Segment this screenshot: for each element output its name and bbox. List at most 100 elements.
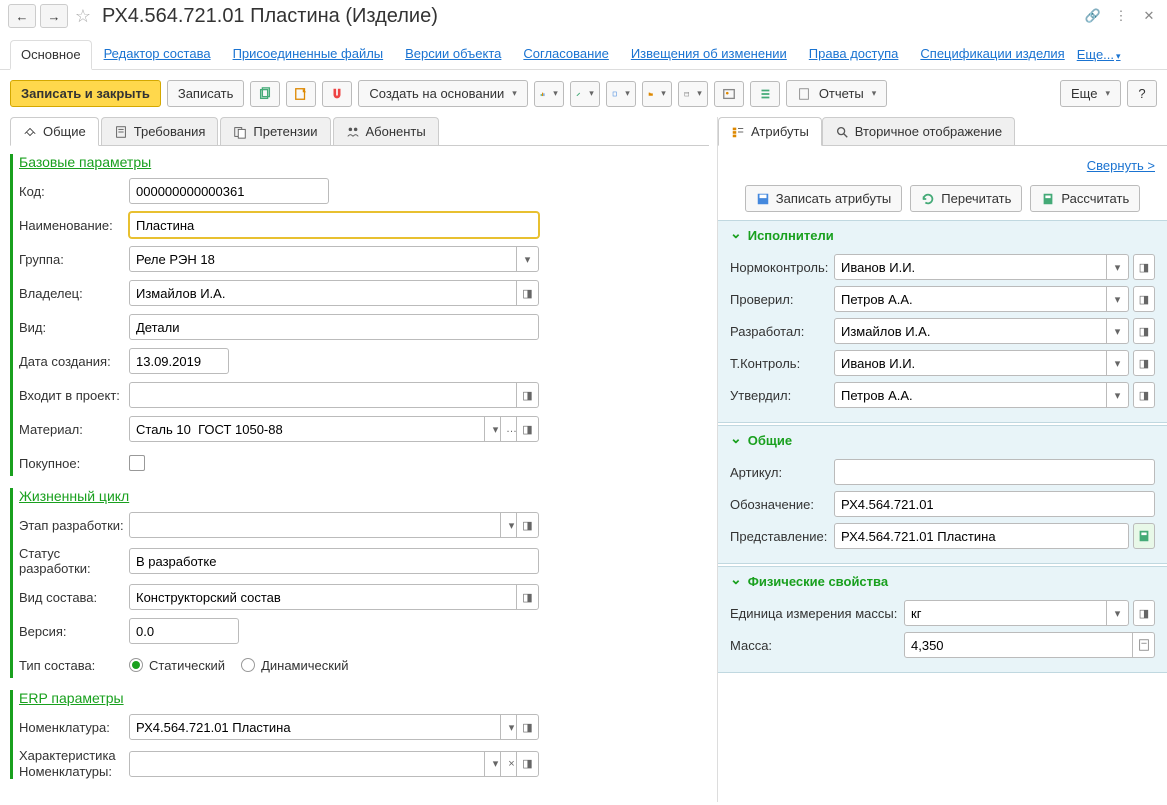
create-based-button[interactable]: Создать на основании — [358, 80, 527, 107]
designation-label: Обозначение: — [730, 497, 830, 512]
dropdown-icon[interactable]: ▾ — [516, 247, 538, 271]
new-button[interactable] — [286, 81, 316, 107]
more-button[interactable]: Еще — [1060, 80, 1121, 107]
attr-header-physical[interactable]: Физические свойства — [718, 567, 1167, 596]
dropdown-icon[interactable]: ▾ — [1106, 351, 1128, 375]
status-input[interactable] — [129, 548, 539, 574]
sub-tab-claims[interactable]: Претензии — [220, 117, 330, 145]
copy-button[interactable] — [250, 81, 280, 107]
open-icon[interactable]: ◨ — [1133, 600, 1155, 626]
open-icon[interactable]: ◨ — [1133, 382, 1155, 408]
open-icon[interactable]: ◨ — [1133, 254, 1155, 280]
composition-input[interactable]: ◨ — [129, 584, 539, 610]
open-icon[interactable]: ◨ — [1133, 350, 1155, 376]
calc-icon[interactable] — [1133, 523, 1155, 549]
norm-input[interactable]: ▾ — [834, 254, 1129, 280]
type-input[interactable] — [129, 314, 539, 340]
nomenclature-input[interactable]: ▾◨ — [129, 714, 539, 740]
attr-section-general: Общие Артикул: Обозначение: Представлени… — [718, 425, 1167, 564]
material-input[interactable]: ▾…◨ — [129, 416, 539, 442]
checked-input[interactable]: ▾ — [834, 286, 1129, 312]
save-attrs-button[interactable]: Записать атрибуты — [745, 185, 903, 212]
sub-tab-subscribers[interactable]: Абоненты — [333, 117, 439, 145]
purchased-checkbox[interactable] — [129, 455, 145, 471]
code-input[interactable] — [129, 178, 329, 204]
name-input[interactable] — [129, 212, 539, 238]
doc-button[interactable] — [606, 81, 636, 107]
chart-button[interactable] — [534, 81, 564, 107]
image-button[interactable] — [714, 81, 744, 107]
section-erp-title[interactable]: ERP параметры — [19, 690, 699, 706]
sub-tab-general[interactable]: Общие — [10, 117, 99, 146]
link-icon[interactable]: 🔗 — [1083, 6, 1103, 26]
back-button[interactable]: ← — [8, 4, 36, 28]
dropdown-icon[interactable]: ▾ — [1106, 255, 1128, 279]
nav-tab-files[interactable]: Присоединенные файлы — [223, 40, 394, 69]
open-icon[interactable]: ◨ — [516, 281, 538, 305]
right-tab-attrs[interactable]: Атрибуты — [718, 117, 822, 146]
calculate-button[interactable]: Рассчитать — [1030, 185, 1140, 212]
list-button[interactable] — [750, 81, 780, 107]
help-button[interactable]: ? — [1127, 80, 1157, 107]
magnet-button[interactable] — [322, 81, 352, 107]
close-icon[interactable]: ✕ — [1139, 6, 1159, 26]
forward-button[interactable]: → — [40, 4, 68, 28]
date-input[interactable] — [129, 348, 229, 374]
characteristic-input[interactable]: ▾×◨ — [129, 751, 539, 777]
section-lifecycle-title[interactable]: Жизненный цикл — [19, 488, 699, 504]
approved-input[interactable]: ▾ — [834, 382, 1129, 408]
nav-tab-approval[interactable]: Согласование — [513, 40, 618, 69]
nav-tab-specs[interactable]: Спецификации изделия — [910, 40, 1074, 69]
radio-dynamic[interactable]: Динамический — [241, 658, 348, 673]
article-input[interactable] — [834, 459, 1155, 485]
reread-button[interactable]: Перечитать — [910, 185, 1022, 212]
save-button[interactable]: Записать — [167, 80, 245, 107]
open-icon[interactable]: ◨ — [516, 715, 538, 739]
mass-input[interactable] — [904, 632, 1155, 658]
save-close-button[interactable]: Записать и закрыть — [10, 80, 161, 107]
folder-button[interactable] — [642, 81, 672, 107]
collapse-link[interactable]: Свернуть > — [718, 154, 1167, 177]
nav-tab-versions[interactable]: Версии объекта — [395, 40, 511, 69]
open-icon[interactable]: ◨ — [1133, 286, 1155, 312]
open-icon[interactable]: ◨ — [1133, 318, 1155, 344]
sub-tab-requirements[interactable]: Требования — [101, 117, 219, 145]
calendar-button[interactable] — [678, 81, 708, 107]
more-icon[interactable]: ⋮ — [1111, 6, 1131, 26]
nav-tab-access[interactable]: Права доступа — [799, 40, 909, 69]
representation-input[interactable] — [834, 523, 1129, 549]
group-input[interactable]: ▾ — [129, 246, 539, 272]
open-icon[interactable]: ◨ — [516, 417, 538, 441]
open-icon[interactable]: ◨ — [516, 752, 538, 776]
dropdown-icon[interactable]: ▾ — [1106, 601, 1128, 625]
developed-input[interactable]: ▾ — [834, 318, 1129, 344]
open-icon[interactable]: ◨ — [516, 585, 538, 609]
nav-more[interactable]: Еще... — [1077, 47, 1121, 62]
open-icon[interactable]: ◨ — [516, 383, 538, 407]
designation-input[interactable] — [834, 491, 1155, 517]
dropdown-icon[interactable]: ▾ — [1106, 319, 1128, 343]
nomenclature-label: Номенклатура: — [19, 720, 129, 735]
nav-tab-notices[interactable]: Извещения об изменении — [621, 40, 797, 69]
attr-header-general[interactable]: Общие — [718, 426, 1167, 455]
calc-icon[interactable] — [1132, 633, 1154, 657]
section-base-title[interactable]: Базовые параметры — [19, 154, 699, 170]
dropdown-icon[interactable]: ▾ — [1106, 383, 1128, 407]
reports-button[interactable]: Отчеты — [786, 80, 887, 107]
project-input[interactable]: ◨ — [129, 382, 539, 408]
tcontrol-input[interactable]: ▾ — [834, 350, 1129, 376]
unit-input[interactable]: ▾ — [904, 600, 1129, 626]
owner-input[interactable]: ◨ — [129, 280, 539, 306]
favorite-icon[interactable]: ☆ — [72, 5, 94, 27]
open-icon[interactable]: ◨ — [516, 513, 538, 537]
dropdown-icon[interactable]: ▾ — [1106, 287, 1128, 311]
attr-header-performers[interactable]: Исполнители — [718, 221, 1167, 250]
version-input[interactable] — [129, 618, 239, 644]
nav-tab-editor[interactable]: Редактор состава — [94, 40, 221, 69]
developed-label: Разработал: — [730, 324, 830, 339]
edit-button[interactable] — [570, 81, 600, 107]
right-tab-secondary[interactable]: Вторичное отображение — [822, 117, 1015, 145]
nav-tab-main[interactable]: Основное — [10, 40, 92, 70]
radio-static[interactable]: Статический — [129, 658, 225, 673]
stage-input[interactable]: ▾◨ — [129, 512, 539, 538]
